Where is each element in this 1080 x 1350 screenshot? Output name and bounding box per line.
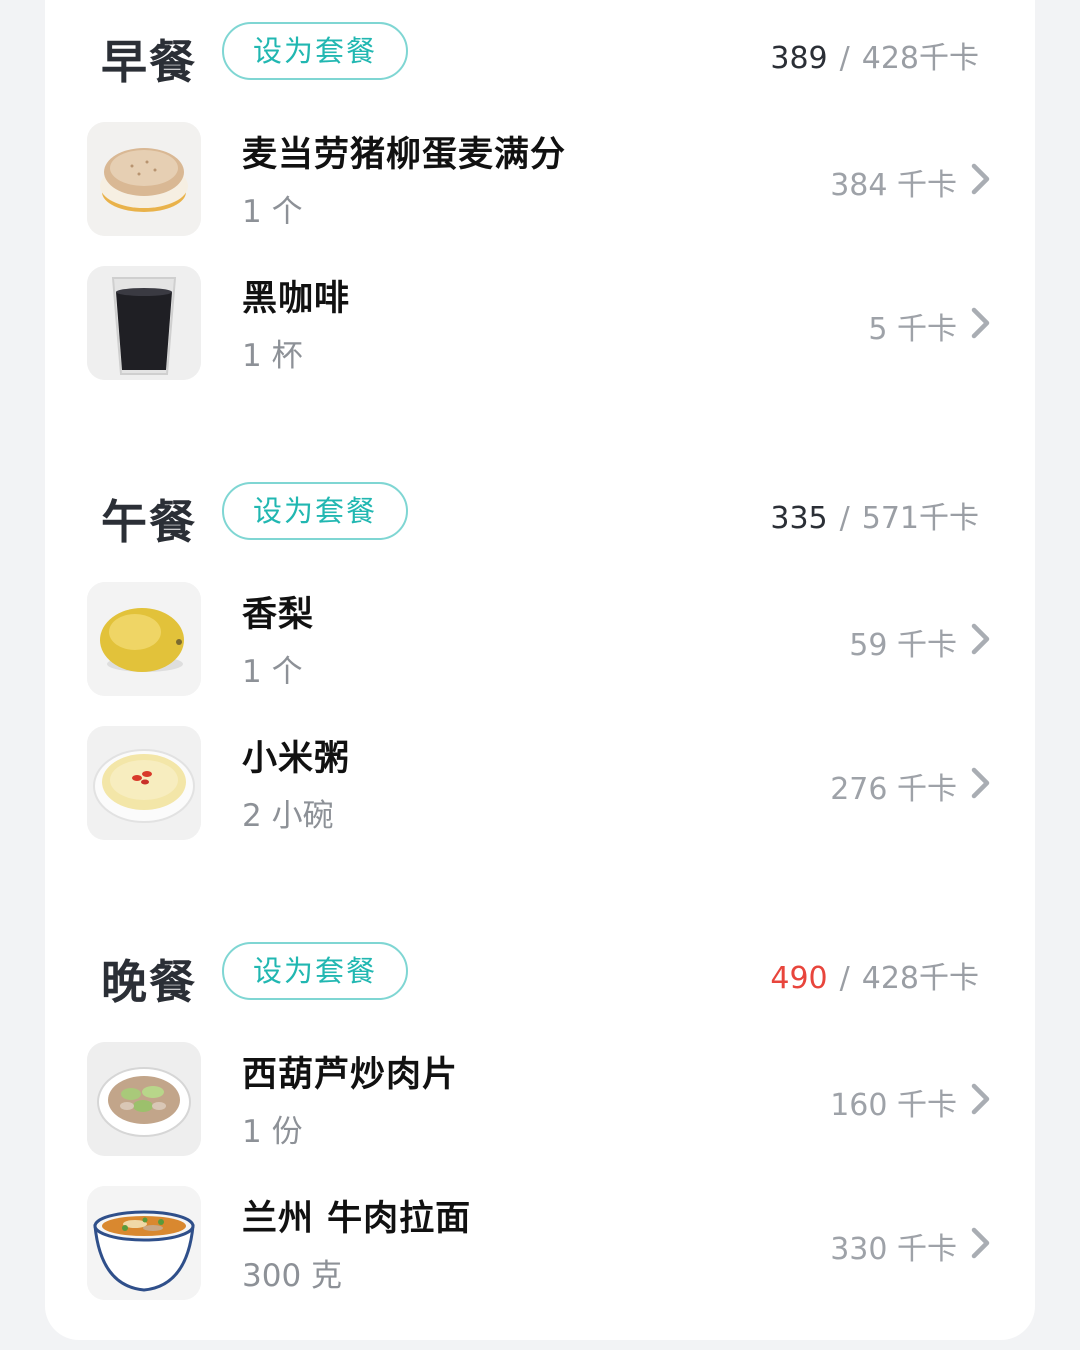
chevron-right-icon [971, 1227, 990, 1259]
food-name: 西葫芦炒肉片 [242, 1055, 459, 1095]
chevron-right-icon [971, 307, 990, 339]
food-name: 兰州 牛肉拉面 [242, 1199, 472, 1239]
meal-lunch: 午餐 设为套餐 335 / 571千卡 香梨 1 个 59 千卡 小米粥 2 小碗 … [45, 482, 1035, 840]
food-name: 小米粥 [242, 739, 351, 779]
meal-breakfast: 早餐 设为套餐 389 / 428千卡 麦当劳猪柳蛋麦满分 1 个 384 千卡 黑… [45, 22, 1035, 380]
set-as-combo-button[interactable]: 设为套餐 [222, 942, 408, 1000]
food-calories: 59 千卡 [849, 628, 957, 663]
food-quantity: 300 克 [242, 1258, 343, 1294]
meal-calorie-target: 428千卡 [861, 41, 979, 76]
food-calories: 276 千卡 [830, 772, 957, 807]
food-item[interactable]: 西葫芦炒肉片 1 份 160 千卡 [45, 1042, 1035, 1158]
calorie-separator: / [839, 41, 850, 76]
meal-calorie-summary: 335 / 571千卡 [770, 493, 979, 537]
meal-calorie-summary: 490 / 428千卡 [770, 953, 979, 997]
calorie-separator: / [839, 501, 850, 536]
meal-header: 早餐 设为套餐 389 / 428千卡 [45, 22, 1035, 102]
meal-calorie-target: 571千卡 [861, 501, 979, 536]
food-item[interactable]: 麦当劳猪柳蛋麦满分 1 个 384 千卡 [45, 122, 1035, 238]
chevron-right-icon [971, 767, 990, 799]
zucchini-stir-fry-icon [87, 1042, 201, 1156]
food-item[interactable]: 兰州 牛肉拉面 300 克 330 千卡 [45, 1186, 1035, 1302]
meal-calorie-summary: 389 / 428千卡 [770, 33, 979, 77]
black-coffee-icon [87, 266, 201, 380]
food-item[interactable]: 小米粥 2 小碗 276 千卡 [45, 726, 1035, 842]
meal-calorie-target: 428千卡 [861, 961, 979, 996]
chevron-right-icon [971, 163, 990, 195]
food-item[interactable]: 香梨 1 个 59 千卡 [45, 582, 1035, 698]
meal-header: 午餐 设为套餐 335 / 571千卡 [45, 482, 1035, 562]
food-name: 麦当劳猪柳蛋麦满分 [242, 135, 567, 175]
meal-calorie-current: 490 [770, 961, 828, 996]
chevron-right-icon [971, 623, 990, 655]
food-calories: 330 千卡 [830, 1232, 957, 1267]
pear-icon [87, 582, 201, 696]
beef-noodle-icon [87, 1186, 201, 1300]
millet-porridge-icon [87, 726, 201, 840]
muffin-sandwich-icon [87, 122, 201, 236]
meal-header: 晚餐 设为套餐 490 / 428千卡 [45, 942, 1035, 1022]
food-quantity: 1 个 [242, 654, 303, 690]
meal-dinner: 晚餐 设为套餐 490 / 428千卡 西葫芦炒肉片 1 份 160 千卡 兰州 牛… [45, 942, 1035, 1300]
set-as-combo-button[interactable]: 设为套餐 [222, 482, 408, 540]
set-as-combo-button[interactable]: 设为套餐 [222, 22, 408, 80]
food-name: 黑咖啡 [242, 279, 351, 319]
meal-title: 午餐 [101, 495, 197, 549]
food-quantity: 1 杯 [242, 338, 303, 374]
food-calories: 384 千卡 [830, 168, 957, 203]
food-calories: 5 千卡 [868, 312, 957, 347]
calorie-separator: / [839, 961, 850, 996]
meal-title: 早餐 [101, 35, 197, 89]
food-name: 香梨 [242, 595, 315, 635]
food-quantity: 1 个 [242, 194, 303, 230]
food-calories: 160 千卡 [830, 1088, 957, 1123]
meal-calorie-current: 335 [770, 501, 828, 536]
food-item[interactable]: 黑咖啡 1 杯 5 千卡 [45, 266, 1035, 382]
food-quantity: 1 份 [242, 1114, 303, 1150]
meal-calorie-current: 389 [770, 41, 828, 76]
chevron-right-icon [971, 1083, 990, 1115]
meal-title: 晚餐 [101, 955, 197, 1009]
food-quantity: 2 小碗 [242, 798, 334, 834]
